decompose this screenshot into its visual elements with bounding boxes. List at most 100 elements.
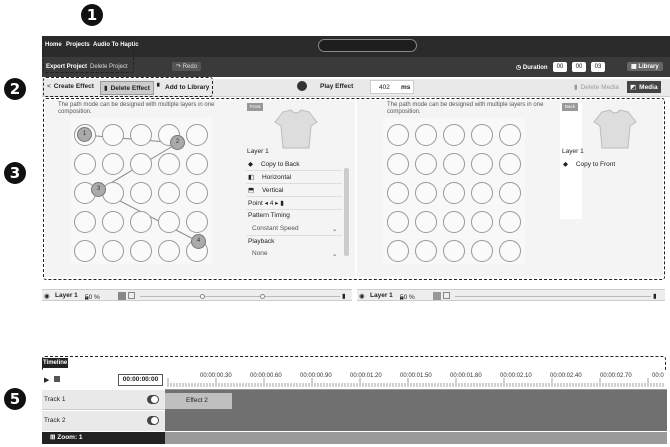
- path-point-4[interactable]: 4: [191, 234, 206, 249]
- layer-checkbox[interactable]: [443, 292, 450, 299]
- sensor-node[interactable]: [471, 240, 493, 262]
- sensor-node[interactable]: [130, 124, 152, 146]
- slider-handle[interactable]: [200, 294, 205, 299]
- trash-icon[interactable]: ▮: [342, 292, 346, 300]
- eye-icon[interactable]: ◉: [44, 292, 50, 300]
- sensor-node[interactable]: [186, 211, 208, 233]
- sensor-node[interactable]: [471, 124, 493, 146]
- sensor-node[interactable]: [130, 240, 152, 262]
- track-lanes[interactable]: [165, 390, 667, 431]
- layer-slider-track[interactable]: [455, 296, 651, 297]
- eye-icon[interactable]: ◉: [359, 292, 365, 300]
- vertical-option[interactable]: ⬒ Vertical: [248, 186, 283, 194]
- sensor-node[interactable]: [499, 124, 521, 146]
- zoom-control[interactable]: ⊞ Zoom: 1: [42, 432, 165, 444]
- color-swatch[interactable]: [433, 292, 441, 300]
- stop-icon[interactable]: [54, 376, 60, 382]
- sensor-node[interactable]: [471, 182, 493, 204]
- delete-media-button[interactable]: ▮ Delete Media: [574, 83, 619, 91]
- pattern-timing-select[interactable]: Constant Speed ⌄: [252, 225, 337, 233]
- path-point-2[interactable]: 2: [170, 135, 185, 150]
- path-point-1[interactable]: 1: [77, 127, 92, 142]
- sensor-node[interactable]: [443, 211, 465, 233]
- chevron-right-icon[interactable]: ▸: [275, 200, 278, 207]
- settings-scrollbar[interactable]: [344, 168, 349, 256]
- sensor-node[interactable]: [102, 182, 124, 204]
- play-effect-button[interactable]: Play Effect: [320, 83, 353, 90]
- sensor-node[interactable]: [499, 153, 521, 175]
- sensor-node[interactable]: [102, 240, 124, 262]
- sensor-node[interactable]: [443, 240, 465, 262]
- sensor-node[interactable]: [387, 240, 409, 262]
- trash-icon[interactable]: ▮: [280, 200, 284, 207]
- track-row-2[interactable]: Track 2: [42, 411, 165, 431]
- timeline-scrollbar[interactable]: [165, 432, 667, 444]
- sensor-node[interactable]: [387, 182, 409, 204]
- sensor-node[interactable]: [158, 211, 180, 233]
- sensor-node[interactable]: [186, 153, 208, 175]
- copy-to-front-option[interactable]: ◆ Copy to Front: [563, 160, 615, 168]
- sensor-node[interactable]: [471, 153, 493, 175]
- sensor-node[interactable]: [102, 211, 124, 233]
- sensor-node[interactable]: [158, 240, 180, 262]
- sensor-node[interactable]: [74, 153, 96, 175]
- sensor-node[interactable]: [415, 182, 437, 204]
- sensor-node[interactable]: [186, 182, 208, 204]
- sensor-node[interactable]: [130, 182, 152, 204]
- sensor-node[interactable]: [74, 211, 96, 233]
- sensor-node[interactable]: [130, 211, 152, 233]
- sensor-node[interactable]: [415, 124, 437, 146]
- track-2-toggle[interactable]: [147, 416, 159, 425]
- track-row-1[interactable]: Track 1: [42, 390, 165, 410]
- layer-checkbox[interactable]: [128, 292, 135, 299]
- duration-hours[interactable]: 00: [553, 62, 567, 72]
- timeline-tab[interactable]: Timeline: [42, 358, 68, 368]
- play-icon[interactable]: [297, 81, 307, 91]
- sensor-node[interactable]: [415, 240, 437, 262]
- sensor-node[interactable]: [499, 240, 521, 262]
- sensor-node[interactable]: [499, 182, 521, 204]
- sensor-node[interactable]: [102, 153, 124, 175]
- effect-clip[interactable]: Effect 2: [165, 393, 232, 409]
- slider-handle[interactable]: [260, 294, 265, 299]
- sensor-node[interactable]: [387, 211, 409, 233]
- horizontal-option[interactable]: ◧ Horizontal: [248, 173, 291, 181]
- sensor-node[interactable]: [443, 124, 465, 146]
- sensor-node[interactable]: [74, 240, 96, 262]
- sensor-node[interactable]: [158, 182, 180, 204]
- sensor-node[interactable]: [387, 124, 409, 146]
- sensor-node[interactable]: [387, 153, 409, 175]
- copy-to-back-option[interactable]: ◆ Copy to Back: [248, 160, 299, 168]
- sensor-node[interactable]: [415, 153, 437, 175]
- sensor-node[interactable]: [471, 211, 493, 233]
- sensor-node[interactable]: [186, 124, 208, 146]
- library-button[interactable]: ▦ Library: [627, 62, 663, 71]
- redo-button[interactable]: ↷ Redo: [172, 62, 202, 71]
- sensor-node[interactable]: [443, 153, 465, 175]
- media-button[interactable]: ◩ Media: [627, 81, 661, 93]
- layer-slider-track[interactable]: [140, 296, 340, 297]
- point-stepper[interactable]: Point ◂ 4 ▸ ▮: [248, 199, 284, 207]
- duration-minutes[interactable]: 00: [572, 62, 586, 72]
- play-icon[interactable]: ▶: [44, 376, 49, 384]
- sensor-node[interactable]: [415, 211, 437, 233]
- duration-label: ◷ Duration: [516, 64, 548, 71]
- flip-horizontal-icon: ◧: [248, 174, 256, 181]
- playback-label: Playback: [248, 238, 275, 245]
- duration-seconds[interactable]: 03: [591, 62, 605, 72]
- ms-field[interactable]: 402 ms: [370, 80, 414, 94]
- sensor-node[interactable]: [158, 153, 180, 175]
- trash-icon[interactable]: ▮: [653, 292, 657, 300]
- sensor-node[interactable]: [102, 124, 124, 146]
- sensor-node[interactable]: [499, 211, 521, 233]
- copy-to-front-label: Copy to Front: [575, 161, 616, 168]
- path-point-3[interactable]: 3: [91, 182, 106, 197]
- color-swatch[interactable]: [118, 292, 126, 300]
- track-1-toggle[interactable]: [147, 395, 159, 404]
- chevron-left-icon[interactable]: ◂: [265, 200, 268, 207]
- sensor-node[interactable]: [130, 153, 152, 175]
- timeline-time[interactable]: 00:00:00:00: [118, 374, 163, 386]
- sensor-node[interactable]: [443, 182, 465, 204]
- playback-select[interactable]: None ⌄: [252, 250, 337, 258]
- back-tag: Back: [562, 103, 578, 111]
